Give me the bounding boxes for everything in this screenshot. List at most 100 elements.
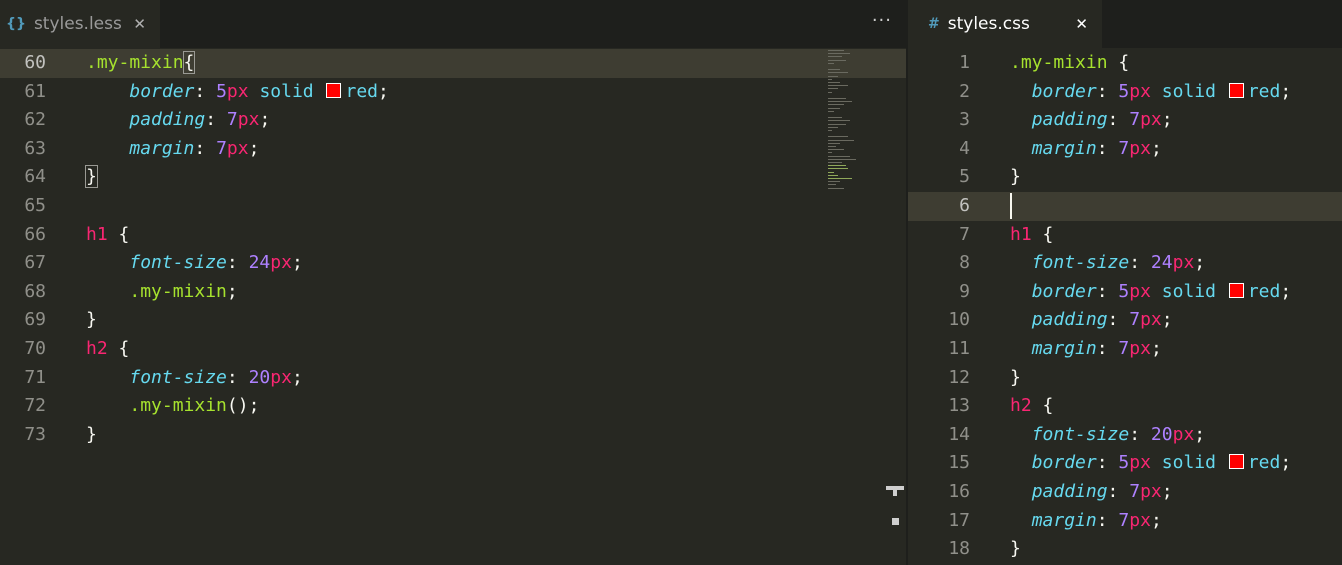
- line-code: .my-mixin{: [86, 49, 196, 78]
- line-number: 12: [948, 366, 970, 388]
- line-code: }: [1010, 163, 1021, 192]
- punctuation-token: [1216, 281, 1227, 302]
- code-line[interactable]: 9 border: 5px solid red;: [908, 278, 1342, 307]
- line-number: 9: [959, 280, 970, 302]
- vertical-scrollbar[interactable]: [884, 48, 906, 565]
- property-token: border: [1031, 280, 1097, 302]
- punctuation-token: :: [1096, 452, 1119, 474]
- close-icon[interactable]: ✕: [1075, 15, 1088, 33]
- minimap-line: [828, 56, 842, 58]
- punctuation-token: :: [1129, 252, 1151, 274]
- unit-token: px: [270, 366, 292, 388]
- punctuation-token: ;: [1194, 252, 1206, 274]
- code-line[interactable]: 70 h2 {: [0, 335, 908, 364]
- property-token: font-size: [1031, 423, 1130, 445]
- tab-styles-less[interactable]: {} styles.less ✕: [0, 0, 160, 48]
- code-line[interactable]: 18}: [908, 535, 1342, 564]
- code-line[interactable]: 1 .my-mixin {: [908, 49, 1342, 78]
- minimap-line: [828, 53, 850, 55]
- code-line[interactable]: 6: [908, 192, 1342, 221]
- number-token: 24: [248, 252, 271, 274]
- line-number: 70: [24, 338, 46, 359]
- line-code: font-size: 20px;: [1010, 421, 1205, 450]
- minimap-line: [828, 110, 834, 112]
- code-line[interactable]: 61 border: 5px solid red;: [0, 78, 908, 107]
- minimap-line: [828, 136, 848, 138]
- minimap-line: [828, 75, 838, 77]
- line-code: }: [86, 421, 97, 450]
- minimap-line: [828, 184, 836, 186]
- minimap-line: [828, 146, 836, 147]
- property-token: padding: [1031, 309, 1108, 331]
- minimap-line: [828, 174, 838, 176]
- code-line[interactable]: 64}: [0, 163, 908, 192]
- code-line[interactable]: 7 h1 {: [908, 221, 1342, 250]
- number-token: 7: [1129, 481, 1141, 502]
- tab-title: styles.less: [33, 14, 122, 34]
- left-editor-pane: {} styles.less ✕ ··· 60 .my-mixin{61 bord…: [0, 0, 908, 565]
- minimap-line: [828, 168, 848, 170]
- code-line[interactable]: 3 padding: 7px;: [908, 106, 1342, 135]
- line-number: 69: [24, 309, 46, 331]
- line-number: 1: [959, 52, 970, 73]
- minimap-line: [828, 142, 840, 144]
- punctuation-token: [249, 81, 260, 102]
- close-icon[interactable]: ✕: [133, 15, 146, 33]
- minimap-line: [828, 162, 842, 163]
- minimap-line: [828, 107, 840, 109]
- punctuation-token: }: [86, 423, 97, 445]
- right-editor-pane: # styles.css ✕ 1 .my-mixin {2 border: 5px…: [908, 0, 1342, 565]
- code-line[interactable]: 10 padding: 7px;: [908, 306, 1342, 335]
- code-line[interactable]: 11 margin: 7px;: [908, 335, 1342, 364]
- tab-styles-css[interactable]: # styles.css ✕: [908, 0, 1102, 48]
- code-line[interactable]: 60 .my-mixin{: [0, 49, 908, 78]
- minimap-line: [828, 155, 850, 157]
- code-line[interactable]: 65: [0, 192, 908, 221]
- code-line[interactable]: 4 margin: 7px;: [908, 135, 1342, 164]
- code-line[interactable]: 62 padding: 7px;: [0, 106, 908, 135]
- punctuation-token: [1216, 452, 1227, 473]
- punctuation-token: ;: [226, 280, 238, 302]
- tag-token: h2: [86, 338, 108, 359]
- line-code: margin: 7px;: [1010, 335, 1162, 364]
- minimap-line: [828, 50, 844, 51]
- code-line[interactable]: 8 font-size: 24px;: [908, 249, 1342, 278]
- code-line[interactable]: 5}: [908, 163, 1342, 192]
- punctuation-token: :: [1129, 423, 1151, 445]
- punctuation-token: :: [194, 80, 217, 102]
- line-code: padding: 7px;: [1010, 106, 1173, 135]
- code-line[interactable]: 12}: [908, 364, 1342, 393]
- punctuation-token: }: [1010, 166, 1021, 188]
- code-line[interactable]: 67 font-size: 24px;: [0, 249, 908, 278]
- code-line[interactable]: 68 .my-mixin;: [0, 278, 908, 307]
- code-line[interactable]: 2 border: 5px solid red;: [908, 78, 1342, 107]
- punctuation-token: ;: [378, 80, 389, 102]
- line-number: 73: [24, 423, 46, 445]
- line-code: padding: 7px;: [1010, 478, 1173, 507]
- code-line[interactable]: 66 h1 {: [0, 221, 908, 250]
- code-line[interactable]: 17 margin: 7px;: [908, 507, 1342, 536]
- code-line[interactable]: 72 .my-mixin();: [0, 392, 908, 421]
- tag-token: h2: [1010, 395, 1032, 417]
- unit-token: px: [270, 252, 292, 274]
- more-actions-icon[interactable]: ···: [872, 10, 892, 31]
- number-token: 5: [1118, 280, 1130, 302]
- line-number: 62: [24, 109, 46, 131]
- number-token: 7: [216, 137, 227, 159]
- punctuation-token: ();: [226, 395, 260, 417]
- code-line[interactable]: 15 border: 5px solid red;: [908, 449, 1342, 478]
- code-line[interactable]: 13 h2 {: [908, 392, 1342, 421]
- unit-token: px: [1140, 481, 1162, 502]
- code-editor[interactable]: 1 .my-mixin {2 border: 5px solid red; 3 pa…: [908, 48, 1342, 565]
- code-line[interactable]: 63 margin: 7px;: [0, 135, 908, 164]
- code-line[interactable]: 71 font-size: 20px;: [0, 364, 908, 393]
- minimap[interactable]: [822, 48, 872, 198]
- code-editor[interactable]: 60 .my-mixin{61 border: 5px solid red; 62 …: [0, 48, 908, 565]
- code-line[interactable]: 14 font-size: 20px;: [908, 421, 1342, 450]
- minimap-line: [828, 126, 838, 128]
- code-line[interactable]: 73}: [0, 421, 908, 450]
- code-line[interactable]: 69}: [0, 306, 908, 335]
- code-line[interactable]: 16 padding: 7px;: [908, 478, 1342, 507]
